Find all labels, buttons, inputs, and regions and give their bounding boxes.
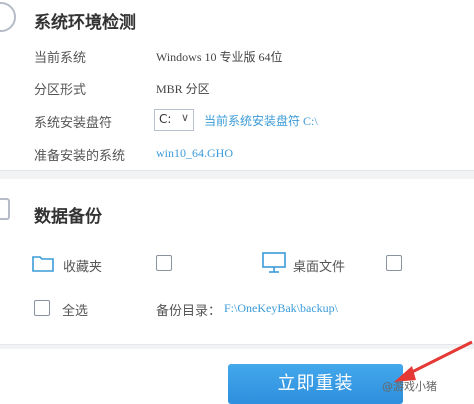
install-now-button[interactable]: 立即重装: [228, 364, 403, 404]
folder-icon: [32, 256, 54, 272]
backup-dir-label: 备份目录：: [156, 304, 222, 319]
target-system-label: 准备安装的系统: [34, 149, 126, 164]
env-section-title: 系统环境检测: [34, 13, 136, 33]
current-system-value: Windows 10 专业版 64位: [156, 50, 283, 64]
section-divider: [0, 170, 474, 179]
chevron-down-icon: ∨: [180, 111, 189, 124]
current-drive-link[interactable]: 当前系统安装盘符 C:\: [204, 112, 318, 129]
desktop-files-label: 桌面文件: [293, 260, 346, 275]
partition-value: MBR 分区: [156, 82, 210, 96]
refresh-icon: [0, 2, 16, 32]
copy-icon: [0, 198, 10, 220]
watermark: @游戏小猪: [382, 380, 437, 393]
install-drive-label: 系统安装盘符: [34, 116, 113, 131]
select-all-checkbox[interactable]: [34, 300, 50, 316]
desktop-files-checkbox[interactable]: [386, 255, 402, 271]
favorites-label: 收藏夹: [63, 260, 103, 275]
favorites-checkbox[interactable]: [156, 255, 172, 271]
monitor-icon: [262, 252, 286, 273]
backup-dir-link[interactable]: F:\OneKeyBak\backup\: [224, 301, 338, 316]
partition-label: 分区形式: [34, 83, 87, 98]
install-drive-select-value: C:: [159, 112, 172, 126]
current-system-label: 当前系统: [34, 51, 87, 66]
select-all-label: 全选: [62, 304, 89, 319]
backup-section-title: 数据备份: [34, 207, 102, 227]
target-system-value[interactable]: win10_64.GHO: [156, 146, 233, 161]
install-drive-select[interactable]: C: ∨: [154, 109, 194, 131]
